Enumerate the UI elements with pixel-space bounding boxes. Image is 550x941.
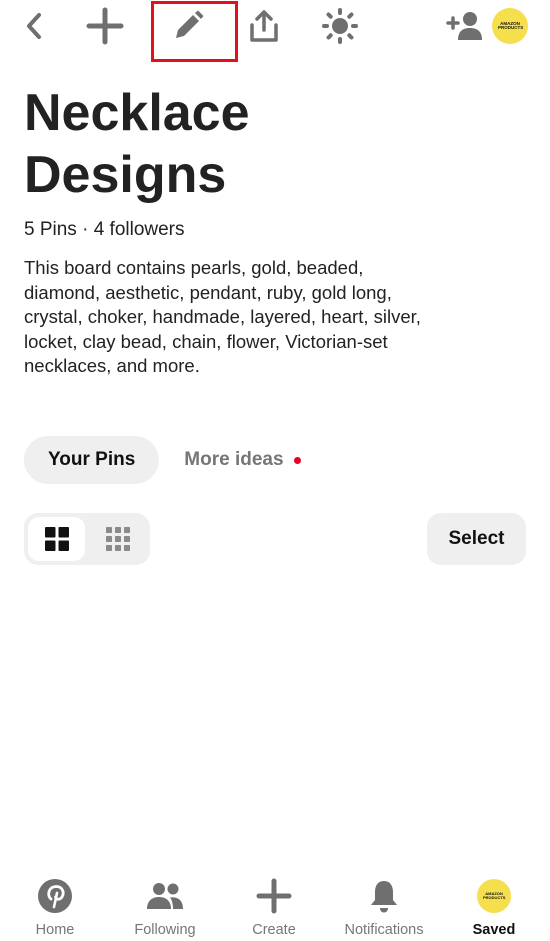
add-button[interactable] — [81, 4, 129, 48]
layout-toggle — [24, 513, 150, 565]
nav-create[interactable]: Create — [244, 868, 304, 941]
people-icon — [147, 883, 183, 909]
invite-collaborator-button[interactable] — [440, 4, 488, 48]
tab-your-pins[interactable]: Your Pins — [24, 436, 160, 484]
share-button[interactable] — [240, 4, 288, 48]
organize-button[interactable] — [316, 4, 364, 48]
nav-saved-label: Saved — [472, 922, 516, 938]
compact-grid-option[interactable] — [89, 517, 146, 561]
bottom-navigation: Home Following Create Notifications AMAZ… — [0, 868, 550, 941]
saved-avatar: AMAZON PRODUCTS — [477, 879, 511, 913]
compact-grid-icon — [105, 527, 130, 551]
back-button[interactable] — [10, 4, 58, 48]
large-grid-option[interactable] — [28, 517, 85, 561]
board-title: Necklace Designs — [24, 84, 250, 204]
select-button[interactable]: Select — [427, 513, 526, 565]
large-grid-icon — [44, 527, 69, 551]
share-upload-icon — [250, 10, 278, 42]
nav-home-label: Home — [35, 922, 75, 938]
nav-notifications-label: Notifications — [344, 922, 424, 938]
plus-icon — [86, 7, 124, 45]
nav-following[interactable]: Following — [124, 868, 206, 941]
nav-home[interactable]: Home — [26, 868, 84, 941]
pinterest-logo-icon — [38, 879, 72, 913]
avatar-text: AMAZON PRODUCTS — [498, 20, 524, 30]
sparkle-sun-icon — [322, 8, 358, 44]
add-person-icon — [446, 12, 482, 40]
notification-dot — [293, 456, 301, 464]
edit-button-highlight — [151, 1, 238, 62]
bell-icon — [371, 881, 397, 913]
tab-more-ideas-label: More ideas — [184, 449, 284, 470]
board-toolbar: AMAZON PRODUCTS — [0, 0, 550, 62]
nav-create-label: Create — [252, 922, 296, 938]
nav-notifications[interactable]: Notifications — [336, 868, 432, 941]
chevron-left-icon — [27, 13, 41, 39]
board-stats: 5 Pins · 4 followers — [24, 219, 185, 240]
plus-icon — [256, 878, 292, 914]
profile-avatar[interactable]: AMAZON PRODUCTS — [492, 8, 528, 44]
saved-avatar-text: AMAZON PRODUCTS — [483, 891, 506, 900]
tab-more-ideas[interactable]: More ideas — [184, 449, 301, 471]
nav-following-label: Following — [134, 922, 196, 938]
board-description: This board contains pearls, gold, beaded… — [24, 257, 421, 376]
board-tabs: Your Pins More ideas — [24, 436, 301, 484]
nav-saved[interactable]: AMAZON PRODUCTS Saved — [466, 868, 522, 941]
